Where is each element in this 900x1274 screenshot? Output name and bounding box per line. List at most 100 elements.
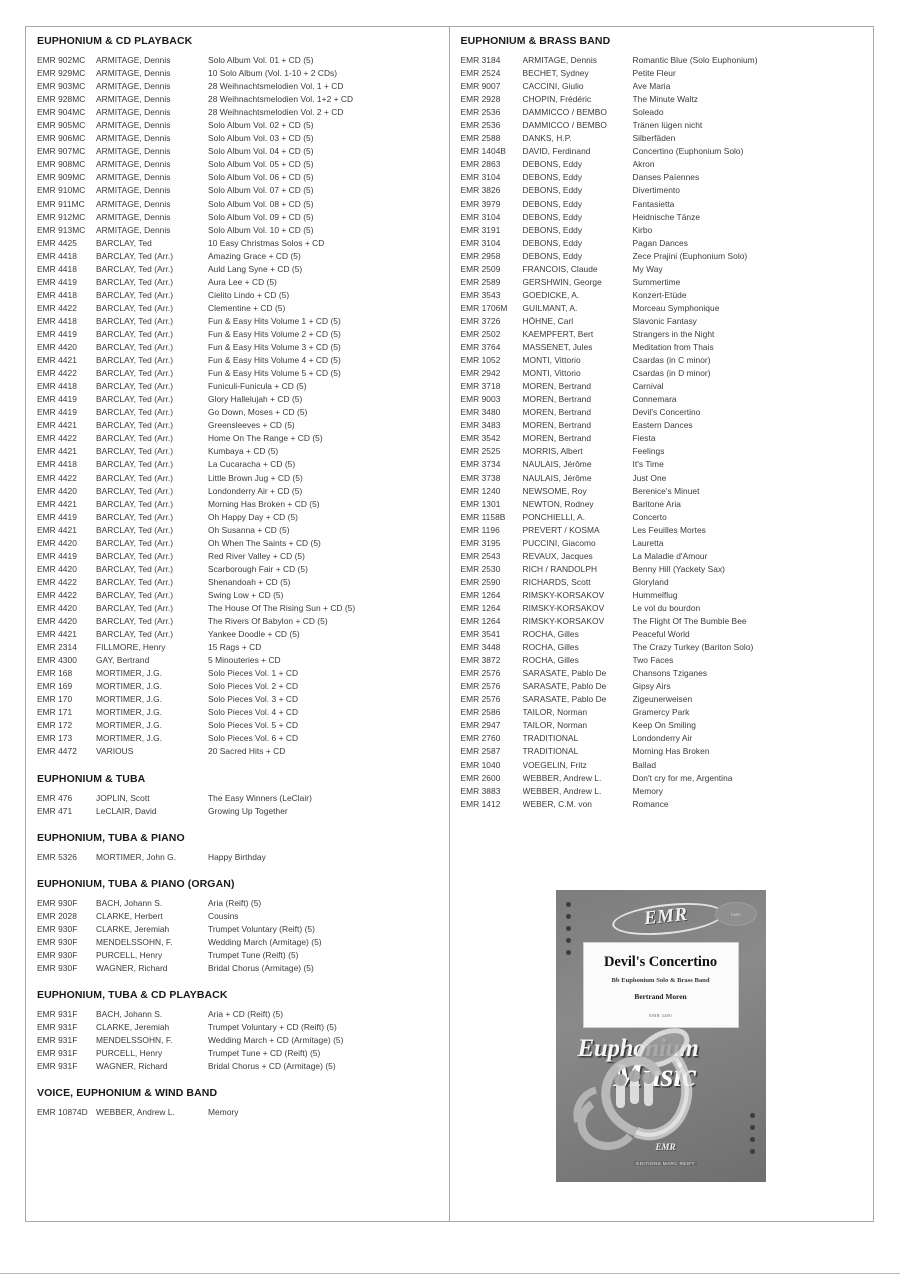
catalog-item-table: EMR 902MC ARMITAGE, Dennis Solo Album Vol.… bbox=[37, 54, 443, 759]
item-reference: EMR 2586 bbox=[460, 707, 501, 718]
item-title: Csardas (in C minor) bbox=[632, 355, 711, 366]
table-row: EMR 911MC ARMITAGE, Dennis Solo Album Vol.… bbox=[37, 198, 443, 211]
table-row: EMR 3448 ROCHA, Gilles The Crazy Turkey (B… bbox=[461, 641, 868, 654]
item-title: Londonderry Air bbox=[632, 733, 693, 744]
item-reference: EMR 3726 bbox=[460, 315, 501, 326]
table-row: EMR 1240 NEWSOME, Roy Berenice's Minuet bbox=[461, 485, 868, 498]
item-title: Fun & Easy Hits Volume 2 + CD (5) bbox=[208, 328, 341, 339]
table-row: EMR 3104 DEBONS, Eddy Danses Païennes bbox=[461, 171, 868, 184]
table-row: EMR 906MC ARMITAGE, Dennis Solo Album Vol.… bbox=[37, 132, 443, 145]
section-heading: EUPHONIUM & CD PLAYBACK bbox=[37, 35, 193, 47]
item-composer: ARMITAGE, Dennis bbox=[96, 172, 171, 183]
item-reference: EMR 4420 bbox=[37, 342, 77, 353]
item-title: Wedding March + CD (Armitage) (5) bbox=[208, 1035, 344, 1046]
item-reference: EMR 1264 bbox=[460, 589, 501, 600]
item-title: Don't cry for me, Argentina bbox=[632, 772, 733, 783]
item-composer: RICHARDS, Scott bbox=[522, 576, 591, 587]
table-row: EMR 4419 BARCLAY, Ted (Arr.) Fun & Easy Hi… bbox=[37, 328, 443, 341]
table-row: EMR 2536 DAMMICCO / BEMBO Tränen lügen nic… bbox=[461, 119, 868, 132]
table-row: EMR 4472 VARIOUS 20 Sacred Hits + CD bbox=[37, 745, 443, 758]
item-composer: BARCLAY, Ted (Arr.) bbox=[96, 550, 174, 561]
item-reference: EMR 4419 bbox=[37, 550, 77, 561]
item-composer: CLARKE, Jeremiah bbox=[96, 923, 170, 934]
table-row: EMR 907MC ARMITAGE, Dennis Solo Album Vol.… bbox=[37, 145, 443, 158]
catalog-item-table: EMR 5326 MORTIMER, John G. Happy Birthday bbox=[37, 851, 443, 864]
item-reference: EMR 4419 bbox=[37, 328, 77, 339]
item-title: Home On The Range + CD (5) bbox=[208, 433, 323, 444]
item-title: Auld Lang Syne + CD (5) bbox=[208, 263, 303, 274]
item-reference: EMR 4421 bbox=[37, 446, 77, 457]
item-composer: MOREN, Bertrand bbox=[522, 420, 592, 431]
table-row: EMR 3726 HÖHNE, Carl Slavonic Fantasy bbox=[461, 315, 868, 328]
item-composer: TAILOR, Norman bbox=[522, 720, 588, 731]
item-title: Cousins bbox=[208, 910, 239, 921]
item-reference: EMR 1052 bbox=[460, 355, 501, 366]
item-title: Amazing Grace + CD (5) bbox=[208, 250, 301, 261]
item-composer: ARMITAGE, Dennis bbox=[96, 120, 171, 131]
item-title: Akron bbox=[632, 159, 655, 170]
table-row: EMR 4422 BARCLAY, Ted (Arr.) Fun & Easy Hi… bbox=[37, 367, 443, 380]
item-composer: BACH, Johann S. bbox=[96, 1008, 163, 1019]
item-composer: HÖHNE, Carl bbox=[522, 315, 574, 326]
item-title: Trumpet Tune + CD (Reift) (5) bbox=[208, 1048, 321, 1059]
item-composer: MASSENET, Jules bbox=[522, 342, 593, 353]
item-reference: EMR 2576 bbox=[460, 668, 501, 679]
item-composer: ARMITAGE, Dennis bbox=[96, 55, 171, 65]
table-row: EMR 913MC ARMITAGE, Dennis Solo Album Vol.… bbox=[37, 224, 443, 237]
table-row: EMR 10874D WEBBER, Andrew L. Memory bbox=[37, 1106, 443, 1119]
dots-decoration-top-left bbox=[565, 902, 571, 955]
item-reference: EMR 930F bbox=[37, 936, 78, 947]
item-title: Solo Pieces Vol. 3 + CD bbox=[208, 694, 299, 705]
cover-subtitle: Bb Euphonium Solo & Brass Band bbox=[611, 977, 710, 984]
item-title: Romantic Blue (Solo Euphonium) bbox=[632, 55, 758, 65]
item-title: Ballad bbox=[632, 759, 657, 770]
item-composer: WEBBER, Andrew L. bbox=[96, 1107, 175, 1118]
item-title: The Flight Of The Bumble Bee bbox=[632, 616, 747, 627]
item-reference: EMR 3734 bbox=[460, 459, 501, 470]
item-reference: EMR 906MC bbox=[37, 133, 86, 144]
item-title: Fun & Easy Hits Volume 5 + CD (5) bbox=[208, 368, 341, 379]
catalog-item-table: EMR 10874D WEBBER, Andrew L. Memory bbox=[37, 1106, 443, 1119]
table-row: EMR 2314 FILLMORE, Henry 15 Rags + CD bbox=[37, 641, 443, 654]
item-composer: MENDELSSOHN, F. bbox=[96, 1035, 173, 1046]
table-row: EMR 4421 BARCLAY, Ted (Arr.) Oh Susanna + … bbox=[37, 524, 443, 537]
item-reference: EMR 2576 bbox=[460, 681, 501, 692]
item-title: Devil's Concertino bbox=[632, 407, 701, 418]
item-reference: EMR 2524 bbox=[460, 68, 501, 79]
item-title: Berenice's Minuet bbox=[632, 485, 700, 496]
table-row: EMR 1040 VOEGELIN, Fritz Ballad bbox=[461, 759, 868, 772]
item-composer: SARASATE, Pablo De bbox=[522, 668, 607, 679]
table-row: EMR 4421 BARCLAY, Ted (Arr.) Greensleeves … bbox=[37, 419, 443, 432]
item-title: Just One bbox=[632, 472, 667, 483]
item-composer: MORTIMER, J.G. bbox=[96, 694, 163, 705]
item-reference: EMR 4422 bbox=[37, 589, 77, 600]
table-row: EMR 476 JOPLIN, Scott The Easy Winners (Le… bbox=[37, 792, 443, 805]
item-title: Funiculi-Funicula + CD (5) bbox=[208, 381, 307, 392]
item-reference: EMR 913MC bbox=[37, 224, 86, 235]
table-row: EMR 4421 BARCLAY, Ted (Arr.) Morning Has B… bbox=[37, 498, 443, 511]
item-composer: DANKS, H.P. bbox=[522, 133, 572, 144]
item-composer: BARCLAY, Ted (Arr.) bbox=[96, 576, 174, 587]
item-composer: CACCINI, Giulio bbox=[522, 81, 584, 92]
item-reference: EMR 3872 bbox=[460, 655, 501, 666]
item-composer: WEBBER, Andrew L. bbox=[522, 785, 602, 796]
section-heading: EUPHONIUM, TUBA & CD PLAYBACK bbox=[37, 988, 228, 1001]
item-composer: WAGNER, Richard bbox=[96, 962, 168, 973]
table-row: EMR 931F BACH, Johann S. Aria + CD (Reift)… bbox=[37, 1008, 443, 1021]
table-row: EMR 3195 PUCCINI, Giacomo Lauretta bbox=[461, 537, 868, 550]
item-title: Wedding March (Armitage) (5) bbox=[208, 936, 322, 947]
item-title: Feelings bbox=[632, 446, 665, 457]
item-composer: BARCLAY, Ted (Arr.) bbox=[96, 407, 174, 418]
item-composer: BARCLAY, Ted (Arr.) bbox=[96, 472, 174, 483]
item-title: Morceau Symphonique bbox=[632, 302, 720, 313]
item-composer: NAULAIS, Jérôme bbox=[522, 472, 592, 483]
item-composer: NEWTON, Rodney bbox=[522, 498, 594, 509]
table-row: EMR 2590 RICHARDS, Scott Gloryland bbox=[461, 576, 868, 589]
item-reference: EMR 4421 bbox=[37, 629, 77, 640]
item-title: Aura Lee + CD (5) bbox=[208, 276, 277, 287]
item-reference: EMR 4419 bbox=[37, 394, 77, 405]
item-composer: ARMITAGE, Dennis bbox=[96, 68, 171, 79]
corner-stamp-icon: EMR bbox=[714, 902, 757, 926]
table-row: EMR 930F PURCELL, Henry Trumpet Tune (Reif… bbox=[37, 949, 443, 962]
item-reference: EMR 904MC bbox=[37, 107, 86, 118]
